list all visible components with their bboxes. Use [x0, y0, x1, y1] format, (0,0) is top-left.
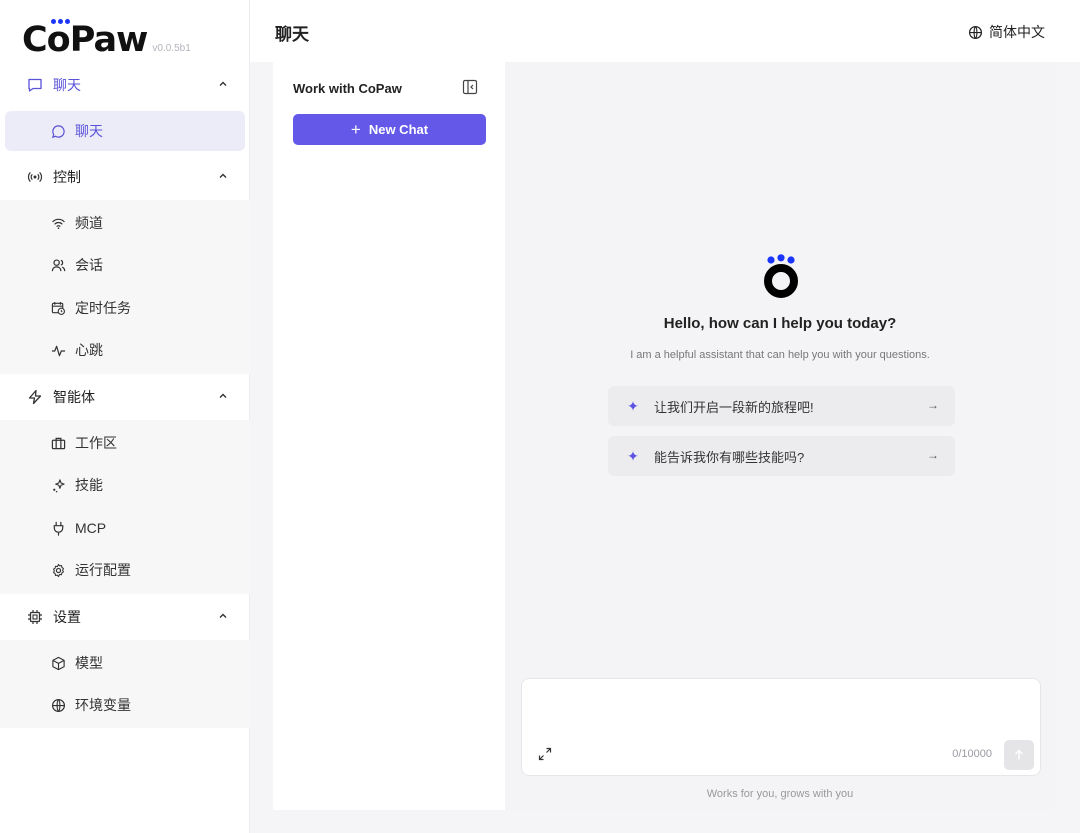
- sidebar-item-label: 聊天: [75, 123, 103, 139]
- sidebar-item-scheduled-tasks[interactable]: 定时任务: [50, 288, 131, 328]
- chat-area: Hello, how can I help you today? I am a …: [505, 62, 1055, 810]
- expand-icon[interactable]: [537, 746, 553, 762]
- message-icon: [26, 76, 44, 94]
- arrow-right-icon: →: [927, 448, 939, 462]
- message-composer: 0/10000: [521, 678, 1041, 776]
- sidebar-item-heartbeat[interactable]: 心跳: [50, 330, 103, 370]
- cube-icon: [50, 655, 66, 671]
- nav-group-label: 智能体: [53, 389, 95, 405]
- page-title: 聊天: [275, 25, 309, 44]
- chevron-up-icon: [219, 393, 227, 398]
- group-body-control: 频道 会话 定时任务 心跳: [0, 200, 250, 374]
- sidebar-item-label: 环境变量: [75, 697, 131, 713]
- language-switcher[interactable]: 简体中文: [968, 22, 1045, 42]
- suggested-prompt-label: 让我们开启一段新的旅程吧!: [654, 399, 814, 415]
- users-icon: [50, 257, 66, 273]
- sidebar-item-sessions[interactable]: 会话: [50, 245, 103, 285]
- collapse-panel-icon[interactable]: [462, 79, 478, 95]
- plug-icon: [50, 520, 66, 536]
- chevron-up-icon: [219, 613, 227, 618]
- nav-group-chat[interactable]: 聊天: [0, 62, 250, 108]
- briefcase-icon: [50, 435, 66, 451]
- group-body-settings: 模型 环境变量: [0, 640, 250, 728]
- nav-group-agent[interactable]: 智能体: [0, 374, 250, 420]
- chevron-up-icon: [219, 173, 227, 178]
- sidebar-item-mcp[interactable]: MCP: [50, 508, 106, 548]
- nav-group-label: 设置: [53, 609, 81, 625]
- suggested-prompt[interactable]: ✦ 让我们开启一段新的旅程吧! →: [608, 386, 955, 426]
- broadcast-icon: [26, 168, 44, 186]
- sidebar-item-label: 技能: [75, 477, 103, 493]
- chip-icon: [26, 608, 44, 626]
- sidebar-item-chat[interactable]: 聊天: [5, 111, 245, 151]
- sidebar-item-label: 频道: [75, 215, 103, 231]
- lightning-icon: [26, 388, 44, 406]
- wifi-icon: [50, 215, 66, 231]
- send-button[interactable]: [1004, 740, 1034, 770]
- sparkles-icon: [50, 477, 66, 493]
- sessions-panel: Work with CoPaw + New Chat: [273, 62, 505, 810]
- sidebar-item-channels[interactable]: 频道: [50, 203, 103, 243]
- sidebar-item-env-vars[interactable]: 环境变量: [50, 685, 131, 725]
- new-chat-label: New Chat: [368, 122, 429, 137]
- top-header: 聊天 简体中文: [250, 0, 1080, 62]
- new-chat-button[interactable]: + New Chat: [293, 114, 486, 145]
- arrow-up-icon: [1015, 749, 1023, 760]
- pulse-icon: [50, 342, 66, 358]
- suggested-prompt[interactable]: ✦ 能告诉我你有哪些技能吗? →: [608, 436, 955, 476]
- language-label: 简体中文: [989, 24, 1045, 40]
- char-counter: 0/10000: [952, 748, 992, 760]
- logo: CoPaw v0.0.5b1: [22, 16, 191, 60]
- nav-group-control[interactable]: 控制: [0, 154, 250, 200]
- sessions-title: Work with CoPaw: [293, 81, 402, 96]
- globe-icon: [968, 25, 983, 39]
- nav-group-label: 聊天: [53, 77, 81, 93]
- footer-tagline: Works for you, grows with you: [706, 788, 854, 800]
- logo-dots: [51, 19, 70, 24]
- chat-bubble-icon: [50, 123, 66, 139]
- sidebar-item-label: 运行配置: [75, 562, 131, 578]
- group-body-agent: 工作区 技能 MCP 运行配置: [0, 420, 250, 594]
- plus-icon: +: [350, 120, 361, 139]
- sidebar-item-label: 会话: [75, 257, 103, 273]
- sidebar-item-skills[interactable]: 技能: [50, 465, 103, 505]
- sparkle-icon: ✦: [627, 397, 639, 414]
- sidebar: CoPaw v0.0.5b1 聊天 聊天 控制 频道 会话 定时任务 心跳 智能…: [0, 0, 250, 833]
- globe-icon: [50, 697, 66, 713]
- arrow-right-icon: →: [927, 398, 939, 412]
- gear-icon: [50, 562, 66, 578]
- greeting-subtitle: I am a helpful assistant that can help y…: [630, 349, 930, 361]
- chevron-up-icon: [219, 81, 227, 86]
- sidebar-item-label: 工作区: [75, 435, 117, 451]
- greeting-heading: Hello, how can I help you today?: [663, 315, 897, 332]
- logo-text: CoPaw: [22, 20, 148, 60]
- sidebar-item-label: 定时任务: [75, 300, 131, 316]
- sparkle-icon: ✦: [627, 447, 639, 464]
- sidebar-item-models[interactable]: 模型: [50, 643, 103, 683]
- nav-group-settings[interactable]: 设置: [0, 594, 250, 640]
- sidebar-item-workspace[interactable]: 工作区: [50, 423, 117, 463]
- sidebar-item-label: 模型: [75, 655, 103, 671]
- message-input[interactable]: [532, 689, 1030, 737]
- calendar-clock-icon: [50, 300, 66, 316]
- sidebar-item-label: 心跳: [75, 342, 103, 358]
- copaw-paw-icon: [764, 254, 798, 298]
- suggested-prompt-label: 能告诉我你有哪些技能吗?: [654, 449, 805, 465]
- sidebar-item-label: MCP: [75, 520, 107, 536]
- nav-group-label: 控制: [53, 169, 81, 185]
- sidebar-item-runtime-config[interactable]: 运行配置: [50, 550, 131, 590]
- version-label: v0.0.5b1: [152, 43, 191, 54]
